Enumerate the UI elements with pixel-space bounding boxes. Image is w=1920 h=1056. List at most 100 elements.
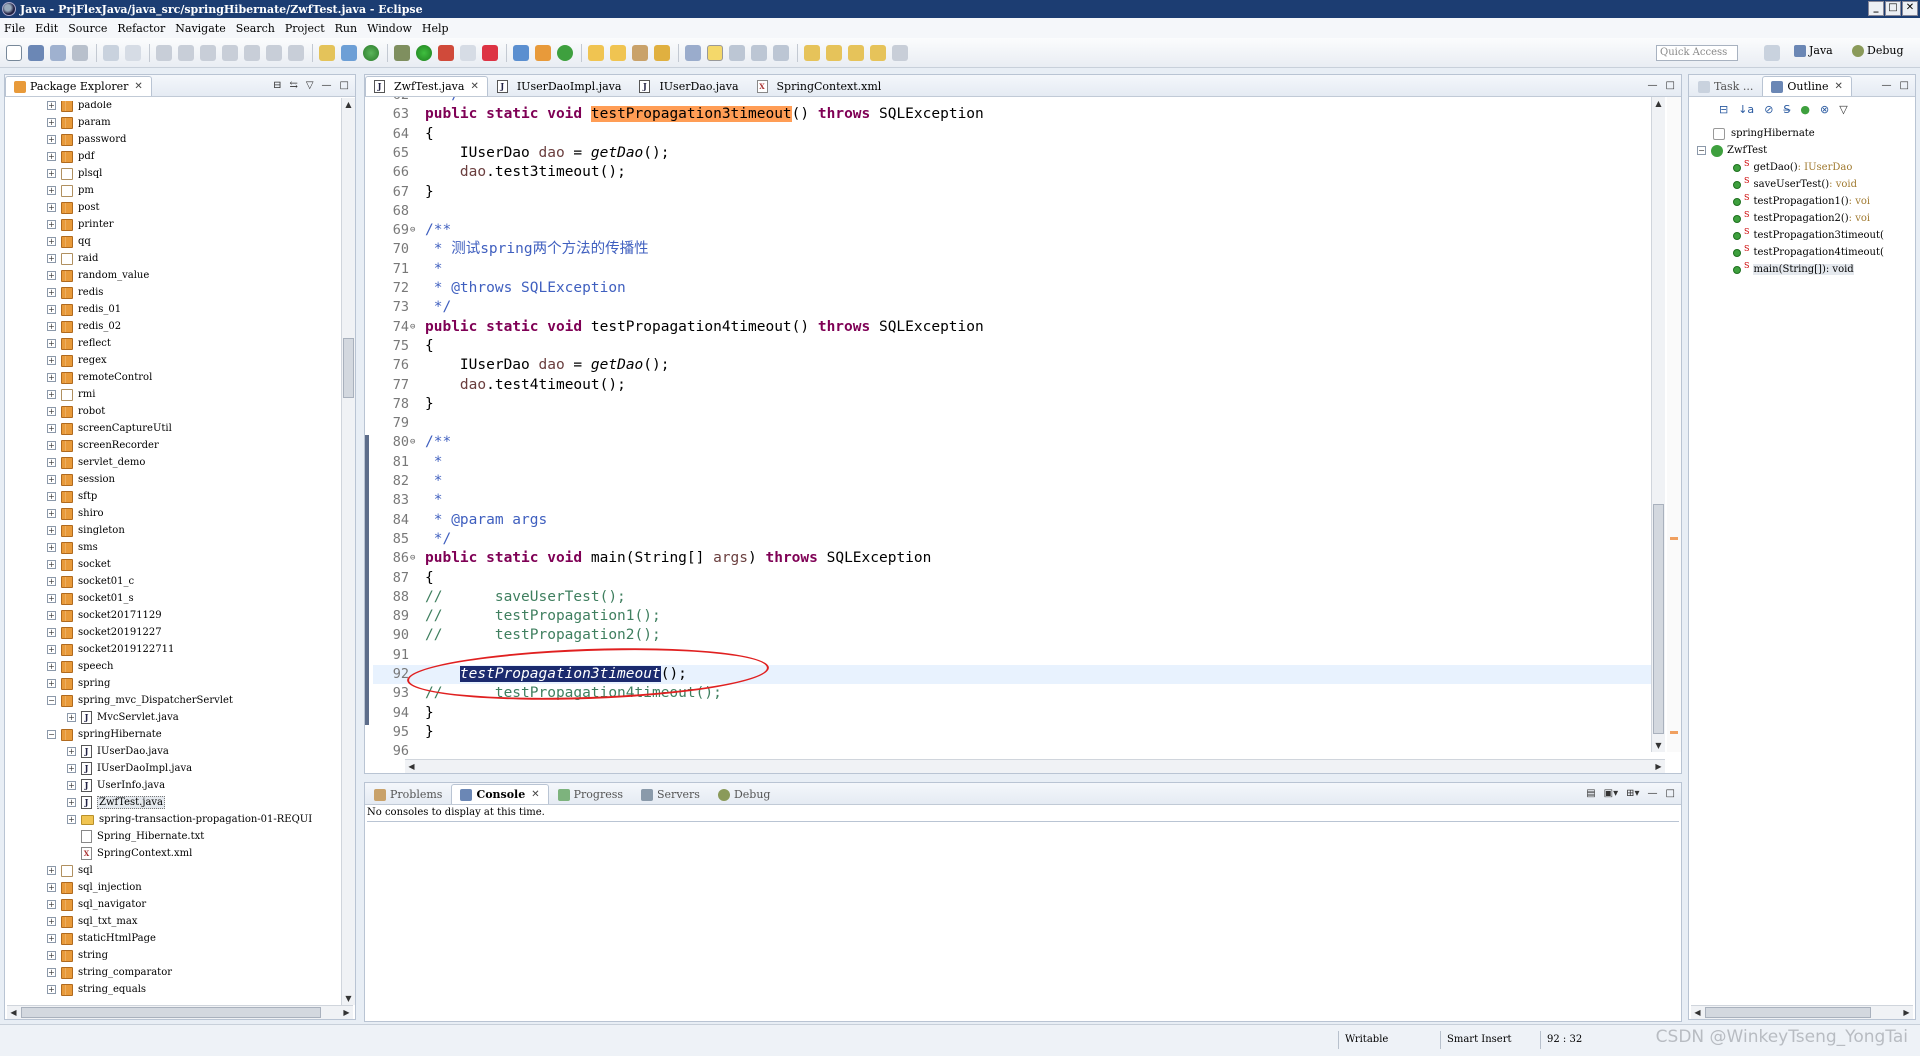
tree-item[interactable]: + speech [47,658,113,675]
expand-icon[interactable]: + [47,866,56,875]
expand-icon[interactable]: + [47,339,56,348]
close-icon[interactable]: ✕ [531,789,539,800]
maximize-button[interactable]: □ [1885,1,1901,16]
tree-item[interactable]: + param [47,114,111,131]
menu-file[interactable]: File [4,22,25,35]
tree-item[interactable]: + pdf [47,148,95,165]
tree-item[interactable]: + sql_navigator [47,896,146,913]
expand-icon[interactable]: + [47,322,56,331]
tree-item[interactable]: + padole [47,101,112,114]
open-type-icon[interactable] [319,44,335,61]
code-line[interactable]: 81 * [373,453,1651,472]
expand-icon[interactable]: + [47,951,56,960]
expand-icon[interactable]: + [47,968,56,977]
fold-icon[interactable]: ⊖ [410,433,420,452]
forward-icon[interactable] [892,44,908,61]
expand-icon[interactable]: + [47,169,56,178]
search-file-icon[interactable] [685,44,701,61]
tree-item[interactable]: + pm [47,182,94,199]
tree-item[interactable]: + session [47,471,115,488]
quick-access-input[interactable]: Quick Access [1656,45,1738,61]
expand-icon[interactable]: + [47,645,56,654]
tree-item[interactable]: + redis_01 [47,301,121,318]
outline-item[interactable]: SsaveUserTest() : void [1733,176,1857,193]
expand-icon[interactable]: + [47,220,56,229]
tree-item[interactable]: + J IUserDaoImpl.java [67,760,192,777]
tree-item[interactable]: + shiro [47,505,104,522]
minimize-view-icon[interactable]: — [322,80,332,91]
step-return-icon[interactable] [288,44,304,61]
coverage-icon[interactable] [460,44,476,61]
expand-icon[interactable]: + [47,475,56,484]
sort-icon[interactable]: ↓a [1738,103,1754,116]
scroll-left-icon[interactable]: ◀ [1691,1006,1704,1019]
expand-icon[interactable]: + [47,305,56,314]
expand-icon[interactable]: + [47,509,56,518]
tree-item[interactable]: + sql [47,862,93,879]
tree-item[interactable]: + socket20191227 [47,624,162,641]
expand-icon[interactable]: + [47,407,56,416]
outline-item[interactable]: StestPropagation3timeout( [1733,227,1884,244]
code-line[interactable]: 77 dao.test4timeout(); [373,376,1651,395]
resume-icon[interactable] [156,44,172,61]
code-line[interactable]: 94} [373,704,1651,723]
step-over-icon[interactable] [266,44,282,61]
open-resource-icon[interactable] [610,44,626,61]
expand-icon[interactable]: + [47,662,56,671]
tree-item[interactable]: + socket01_s [47,590,134,607]
code-line[interactable]: 75 { [373,337,1651,356]
tree-item[interactable]: + socket01_c [47,573,134,590]
tree-item[interactable]: + screenCaptureUtil [47,420,172,437]
perspective-debug[interactable]: Debug [1852,44,1904,57]
tab-zwftest-java[interactable]: J ZwfTest.java ✕ [365,76,488,96]
tree-item[interactable]: + string_equals [47,981,146,998]
globe-icon[interactable] [363,44,379,61]
scroll-right-icon[interactable]: ▶ [1652,760,1665,773]
code-line[interactable]: 65 IUserDao dao = getDao(); [373,144,1651,163]
tab-console[interactable]: Console ✕ [451,784,549,804]
expand-icon[interactable]: + [47,985,56,994]
suspend-icon[interactable] [178,44,194,61]
show-whitespace-icon[interactable] [751,44,767,61]
collapse-all-icon[interactable]: ⊟ [1719,103,1728,116]
tab-outline[interactable]: Outline ✕ [1762,76,1852,96]
tree-item[interactable]: + sftp [47,488,97,505]
code-line[interactable]: 71 * [373,260,1651,279]
expand-icon[interactable]: + [47,254,56,263]
tab-iuserdao-java[interactable]: J IUserDao.java [630,76,747,96]
new-java-project-icon[interactable] [513,44,529,61]
expand-icon[interactable]: + [67,747,76,756]
tab-task-list[interactable]: Task ... [1689,76,1762,96]
hide-static-icon[interactable]: S̶ [1783,103,1790,116]
save-icon[interactable] [28,44,44,61]
expand-icon[interactable]: + [47,373,56,382]
outline-item[interactable]: Smain(String[]) : void [1733,261,1854,278]
occurrence-marker[interactable] [1670,537,1678,540]
run-icon[interactable] [416,44,432,61]
code-line[interactable]: 89 // testPropagation1(); [373,607,1651,626]
brush-icon[interactable] [632,44,648,61]
outline-item[interactable]: StestPropagation1() : voi [1733,193,1870,210]
code-line[interactable]: 84 * @param args [373,511,1651,530]
expand-icon[interactable]: + [47,118,56,127]
expand-icon[interactable]: + [47,458,56,467]
print-icon[interactable] [72,44,88,61]
package-tree-hscroll[interactable]: ◀ ▶ [7,1005,353,1019]
expand-icon[interactable]: + [67,764,76,773]
code-line[interactable]: 76 IUserDao dao = getDao(); [373,356,1651,375]
tree-item[interactable]: + singleton [47,522,125,539]
hide-non-public-icon[interactable]: ● [1800,103,1810,116]
code-line[interactable]: 86 ⊖ public static void main(String[] args… [373,549,1651,568]
new-package-icon[interactable] [535,44,551,61]
close-icon[interactable]: ✕ [470,81,478,92]
tab-package-explorer[interactable]: Package Explorer ✕ [5,76,152,96]
scroll-left-icon[interactable]: ◀ [7,1006,20,1019]
new-icon[interactable] [6,44,22,61]
expand-icon[interactable]: + [47,271,56,280]
tree-item[interactable]: + regex [47,352,107,369]
code-line[interactable]: 72 * @throws SQLException [373,279,1651,298]
tab-progress[interactable]: Progress [549,784,632,804]
search-icon[interactable] [341,44,357,61]
terminate-icon[interactable] [200,44,216,61]
editor-vscroll[interactable]: ▲ ▼ [1651,97,1665,752]
